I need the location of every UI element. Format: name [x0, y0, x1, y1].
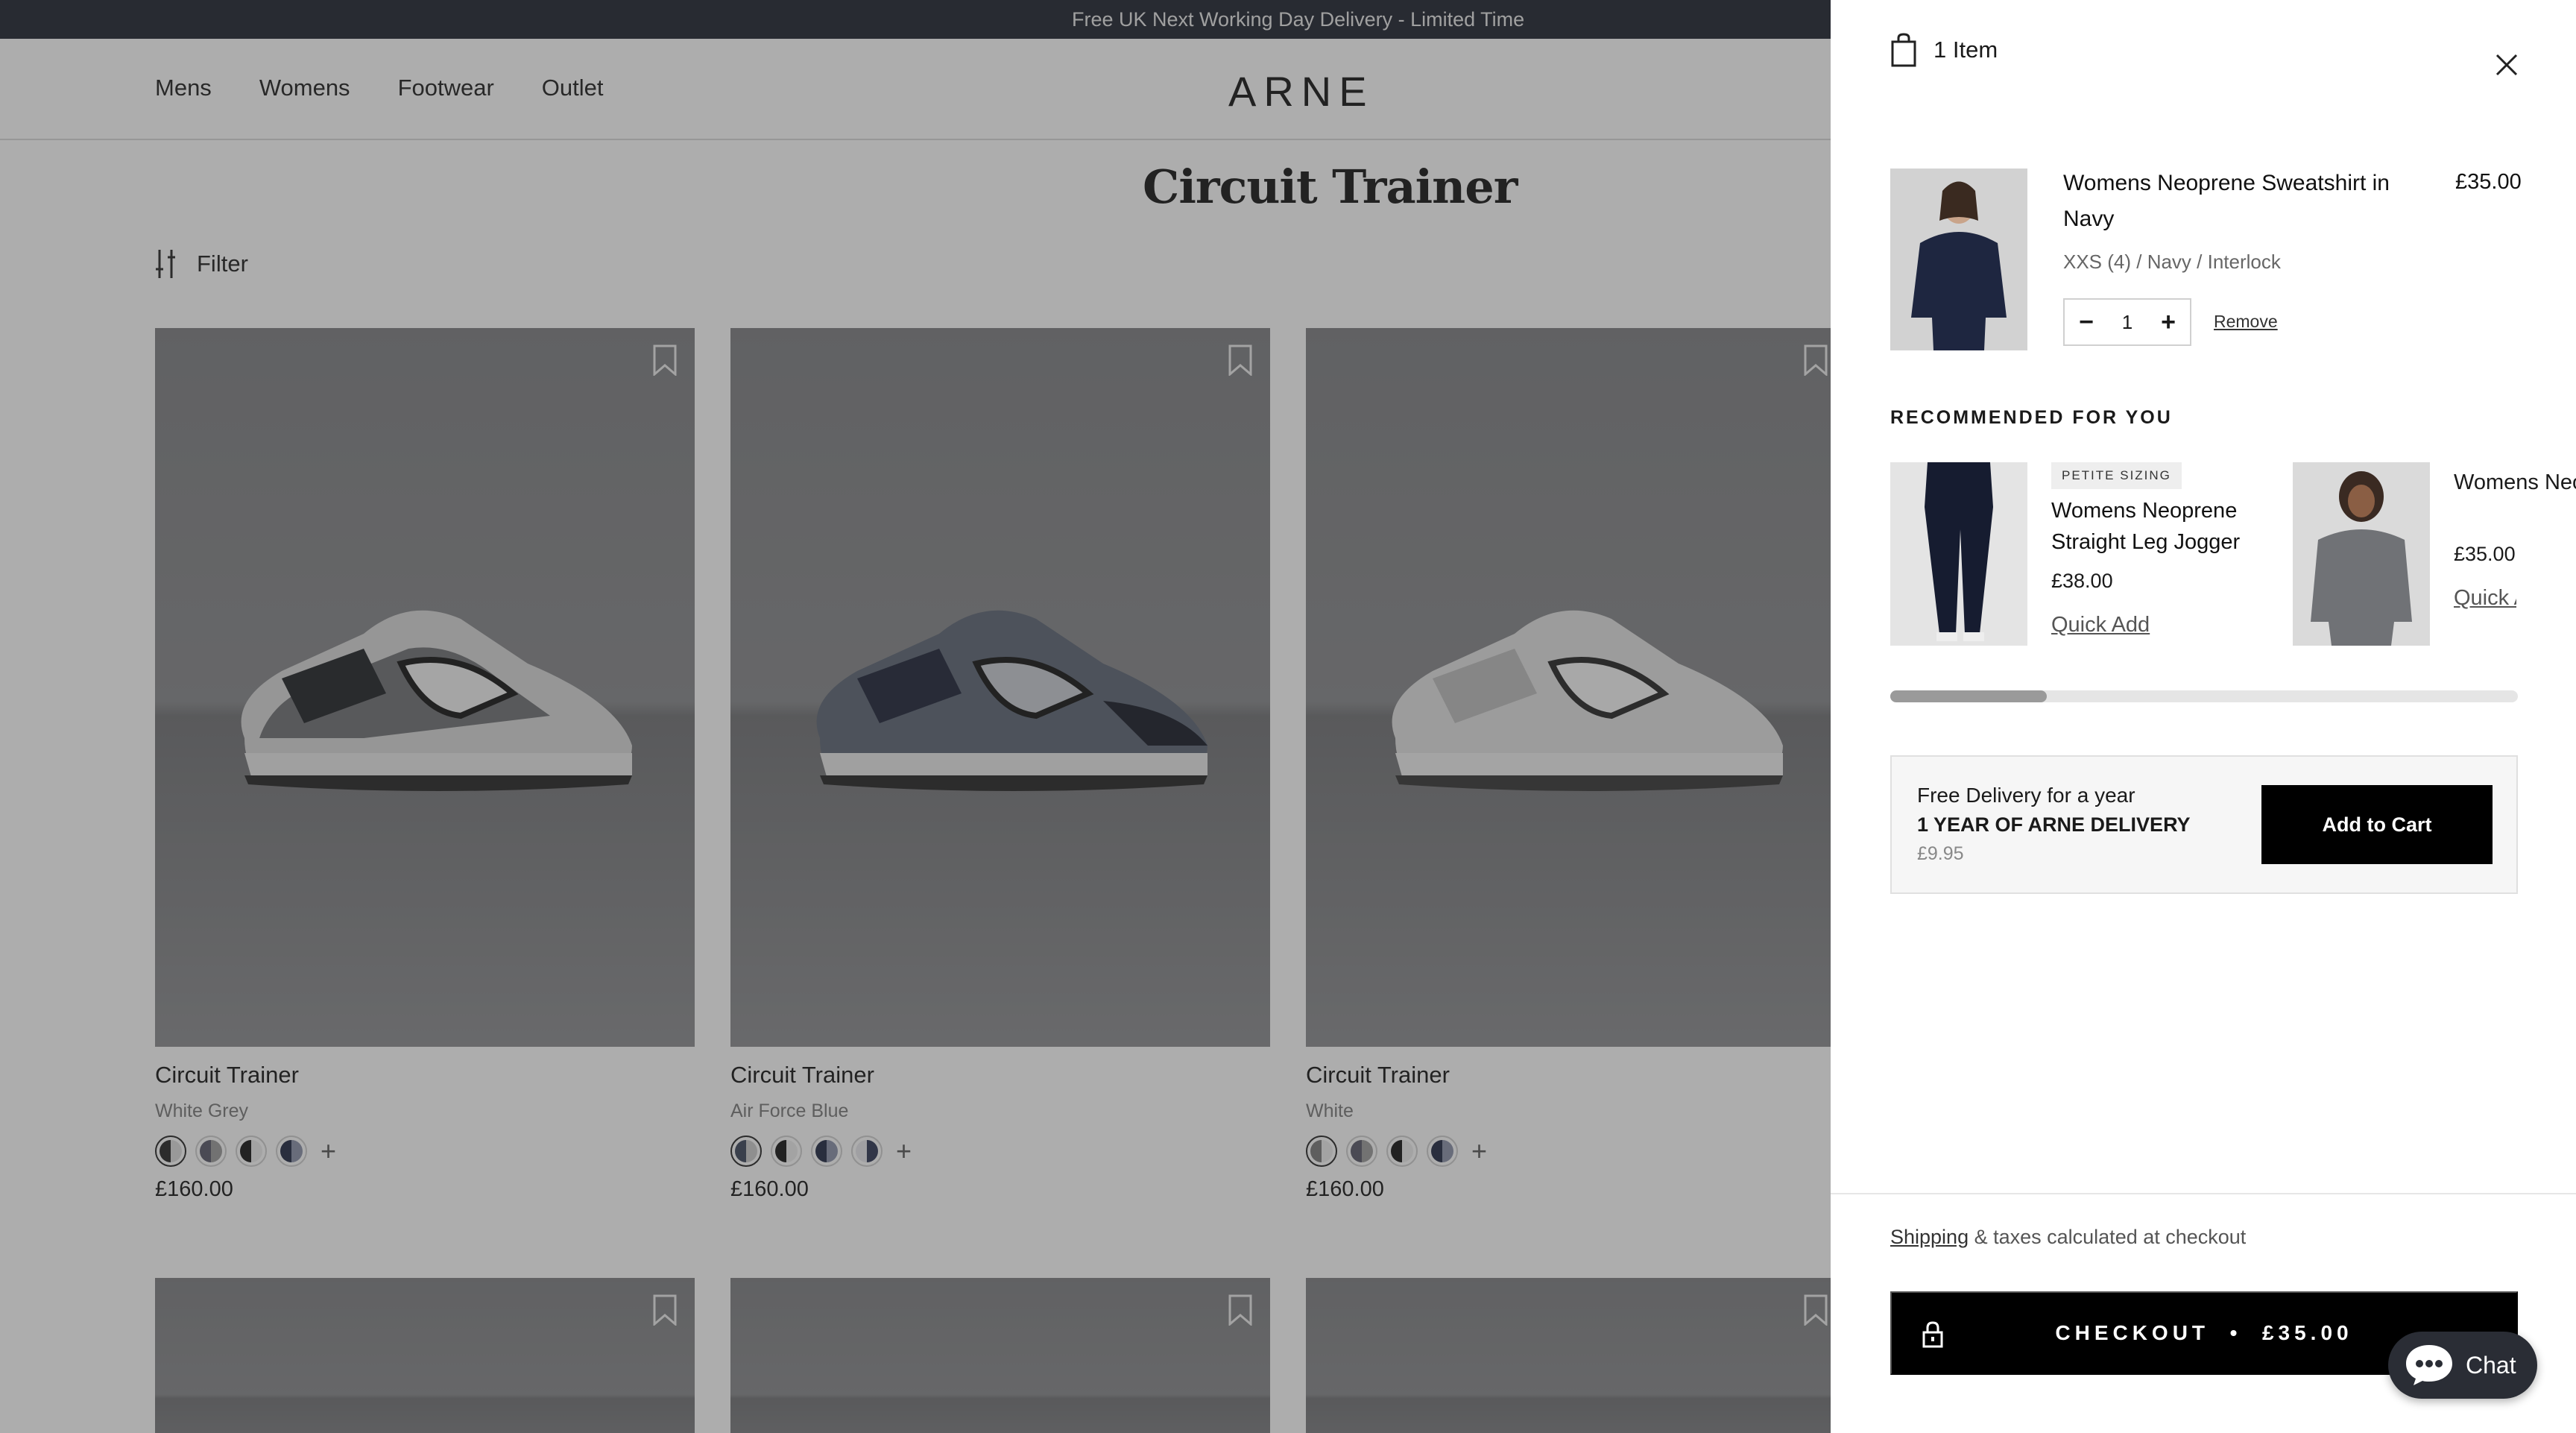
chat-button[interactable]: Chat: [2388, 1332, 2537, 1399]
recommended-image[interactable]: [1890, 462, 2027, 646]
recommendations-scrollbar[interactable]: [1890, 690, 2518, 702]
footer-divider: [1831, 1193, 2576, 1194]
line-item-variant: XXS (4) / Navy / Interlock: [2063, 251, 2281, 273]
cart-count: 1 Item: [1933, 37, 1998, 63]
page-overlay[interactable]: [0, 0, 1831, 1433]
decrease-quantity-button[interactable]: −: [2075, 308, 2097, 337]
sweatshirt-grey-photo: [2293, 462, 2430, 646]
shipping-note: Shipping & taxes calculated at checkout: [1890, 1226, 2246, 1249]
line-item-price: £35.00: [2455, 170, 2522, 194]
lock-icon: [1922, 1321, 1943, 1348]
scrollbar-thumb[interactable]: [1890, 690, 2047, 702]
line-item-title[interactable]: Womens Neoprene Sweatshirt in Navy: [2063, 166, 2391, 237]
upsell-price: £9.95: [1917, 843, 1964, 864]
upsell-product: 1 YEAR OF ARNE DELIVERY: [1917, 813, 2191, 836]
add-to-cart-button[interactable]: Add to Cart: [2261, 785, 2493, 864]
quick-add-button[interactable]: Quick Add: [2051, 613, 2150, 637]
close-icon[interactable]: [2494, 52, 2519, 78]
petite-sizing-badge: PETITE SIZING: [2051, 462, 2182, 489]
delivery-upsell: Free Delivery for a year 1 YEAR OF ARNE …: [1890, 755, 2518, 894]
upsell-title: Free Delivery for a year: [1917, 784, 2135, 807]
jogger-photo: [1890, 462, 2027, 646]
quick-add-button[interactable]: Quick Add: [2454, 586, 2516, 611]
recommended-heading: RECOMMENDED FOR YOU: [1890, 407, 2173, 428]
increase-quantity-button[interactable]: +: [2157, 308, 2179, 337]
chat-bubble-icon: [2406, 1345, 2452, 1385]
recommended-name[interactable]: Womens Neoprene Sweatshirt: [2454, 467, 2576, 498]
cart-drawer: 1 Item Womens Neoprene Sweatshirt in Nav…: [1831, 0, 2576, 1433]
recommended-image[interactable]: [2293, 462, 2430, 646]
shipping-note-text: & taxes calculated at checkout: [1969, 1226, 2247, 1248]
cart-header: 1 Item: [1890, 33, 1998, 67]
shopping-bag-icon: [1891, 33, 1916, 67]
quantity-value[interactable]: 1: [2122, 311, 2133, 334]
quantity-stepper: − 1 +: [2063, 298, 2191, 346]
recommended-price: £38.00: [2051, 570, 2113, 592]
shipping-link[interactable]: Shipping: [1890, 1226, 1969, 1248]
checkout-label: CHECKOUT • £35.00: [2055, 1321, 2353, 1344]
chat-label: Chat: [2466, 1351, 2516, 1379]
sweatshirt-photo: [1890, 169, 2027, 350]
remove-link[interactable]: Remove: [2214, 312, 2278, 332]
recommended-price: £35.00: [2454, 543, 2516, 565]
line-item-image[interactable]: [1890, 169, 2027, 350]
recommended-name[interactable]: Womens Neoprene Straight Leg Jogger: [2051, 495, 2260, 558]
